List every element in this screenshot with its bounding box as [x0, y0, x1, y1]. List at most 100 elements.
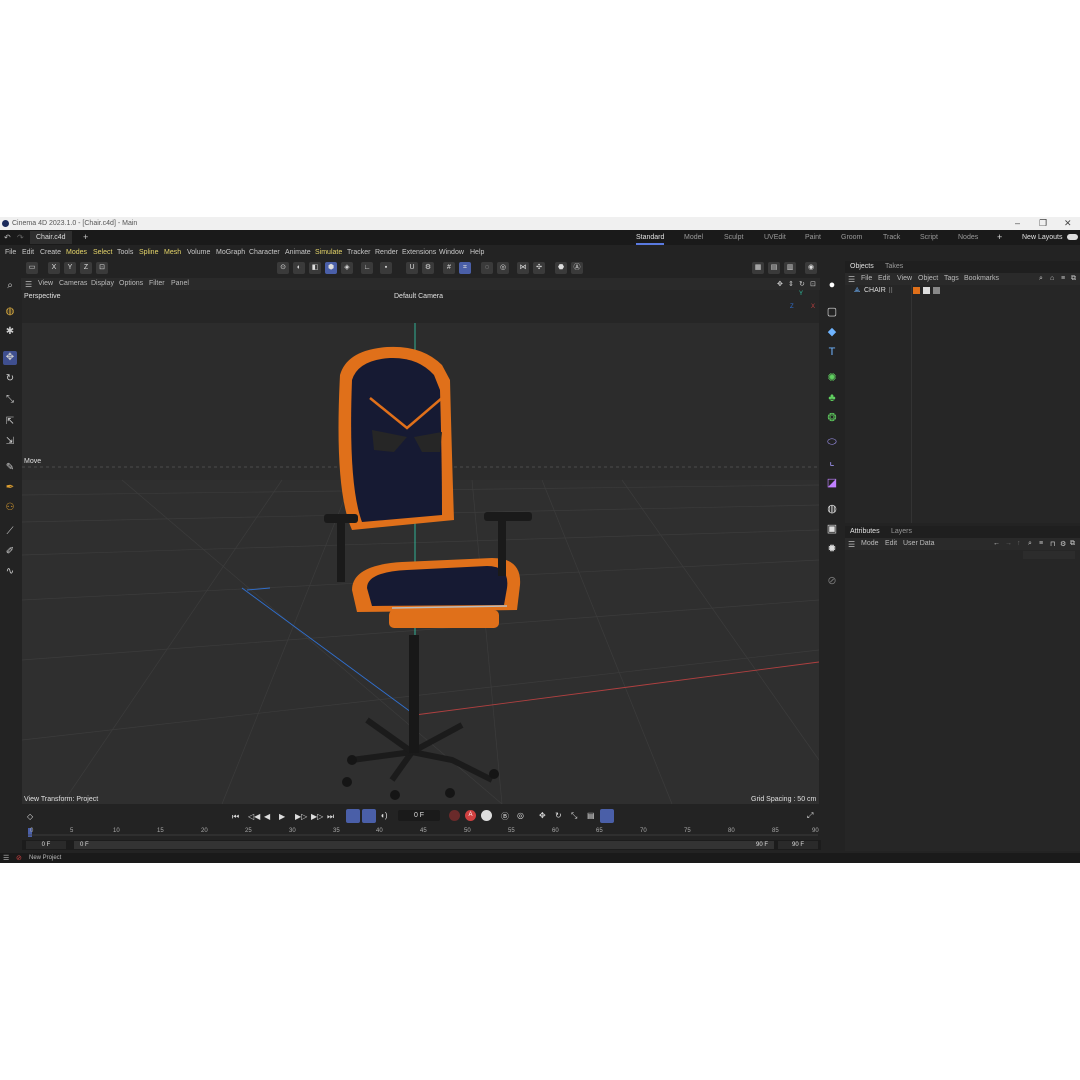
viewport-menu-display[interactable]: Display — [91, 280, 114, 287]
attributes-settings-icon[interactable]: ⚙ — [1060, 540, 1066, 548]
previous-key-icon[interactable]: ◁◀ — [248, 812, 260, 821]
new-document-tab-button[interactable]: + — [83, 232, 88, 242]
start-frame-field[interactable]: 0 F — [26, 841, 66, 849]
minimize-button[interactable]: – — [1015, 218, 1020, 228]
key-mode-icon[interactable]: Ⓑ — [501, 811, 509, 822]
paint-tool-icon[interactable]: ✐ — [3, 545, 17, 559]
render-picture-viewer-icon[interactable]: ▤ — [768, 262, 780, 274]
tab-takes[interactable]: Takes — [885, 263, 903, 270]
objects-menu-tags[interactable]: Tags — [944, 275, 959, 282]
text-object-icon[interactable]: T — [824, 344, 840, 360]
cube-icon[interactable]: ◆ — [824, 324, 840, 340]
menu-create[interactable]: Create — [40, 249, 61, 256]
tab-attributes[interactable]: Attributes — [850, 528, 880, 535]
object-mode-icon[interactable]: ⬢ — [325, 262, 337, 274]
close-button[interactable]: ✕ — [1064, 218, 1072, 229]
object-name-chair[interactable]: CHAIR — [864, 287, 886, 294]
layout-tab-model[interactable]: Model — [684, 234, 703, 241]
menu-animate[interactable]: Animate — [285, 249, 311, 256]
new-layouts-toggle[interactable] — [1067, 234, 1078, 240]
spline-tools-icon[interactable]: ⚇ — [3, 501, 17, 515]
layout-tab-nodes[interactable]: Nodes — [958, 234, 978, 241]
viewport-pan-icon[interactable]: ✥ — [777, 280, 783, 288]
model-mode-icon[interactable]: ▭ — [26, 262, 38, 274]
viewport-menu-cameras[interactable]: Cameras — [59, 280, 87, 287]
snap-move-icon[interactable]: ⇲ — [3, 435, 17, 449]
previous-frame-icon[interactable]: ◀ — [264, 812, 270, 821]
coordinate-system-icon[interactable]: ⊡ — [96, 262, 108, 274]
modeling-axis-icon[interactable]: ✣ — [533, 262, 545, 274]
attributes-menu-user-data[interactable]: User Data — [903, 540, 935, 547]
object-row-chair[interactable]: ⟁ CHAIR ⠿ — [845, 286, 1080, 296]
layout-tab-groom[interactable]: Groom — [841, 234, 862, 241]
objects-menu-object[interactable]: Object — [918, 275, 938, 282]
layout-tab-standard[interactable]: Standard — [636, 234, 665, 245]
sculpt-tool-icon[interactable]: ∿ — [3, 565, 17, 579]
up-arrow-icon[interactable]: ↑ — [1017, 540, 1021, 547]
current-frame-field[interactable]: 0 F — [398, 810, 440, 821]
tag-icon[interactable]: ⊘ — [824, 573, 840, 589]
symmetry-icon[interactable]: ⋈ — [517, 262, 529, 274]
viewport-menu-view[interactable]: View — [38, 280, 53, 287]
plane-object-icon[interactable]: ▢ — [824, 304, 840, 320]
object-visibility-dots-icon[interactable]: ⠿ — [888, 287, 893, 295]
viewport-maximize-icon[interactable]: ⊡ — [810, 280, 816, 288]
scale-tool-icon[interactable]: ⤡ — [3, 393, 17, 407]
viewport-menu-panel[interactable]: Panel — [171, 280, 189, 287]
lock-icon[interactable]: ⊓ — [1050, 540, 1055, 548]
move-tool-icon[interactable]: ✥ — [3, 351, 17, 365]
layout-tab-script[interactable]: Script — [920, 234, 938, 241]
play-icon[interactable]: ▶ — [279, 812, 285, 821]
key-position-icon[interactable]: ✥ — [539, 811, 546, 820]
menu-character[interactable]: Character — [249, 249, 280, 256]
sound-icon[interactable]: ◖) — [380, 811, 388, 820]
z-axis-lock-button[interactable]: Z — [80, 262, 92, 274]
preview-range-slider[interactable]: 0 F 90 F — [74, 841, 774, 849]
forward-arrow-icon[interactable]: → — [1005, 540, 1012, 547]
edges-mode-icon[interactable]: ◐ — [293, 262, 305, 274]
next-frame-icon[interactable]: ▶▷ — [295, 812, 307, 821]
render-filter-icon[interactable]: ⬣ — [555, 262, 567, 274]
knife-tool-icon[interactable]: ✎ — [3, 461, 17, 475]
undo-icon[interactable]: ↶ — [4, 233, 11, 242]
attributes-menu-edit[interactable]: Edit — [885, 540, 897, 547]
objects-home-icon[interactable]: ⌂ — [1050, 275, 1054, 282]
material-tag-checker-icon[interactable] — [923, 287, 930, 294]
cloner-icon[interactable]: ✺ — [824, 370, 840, 386]
x-axis-lock-button[interactable]: X — [48, 262, 60, 274]
layout-tab-uvedit[interactable]: UVEdit — [764, 234, 786, 241]
key-type-icon[interactable]: ◎ — [517, 811, 524, 820]
viewport-menu-options[interactable]: Options — [119, 280, 143, 287]
menu-tools[interactable]: Tools — [117, 249, 133, 256]
tab-layers[interactable]: Layers — [891, 528, 912, 535]
viewport-menu-icon[interactable]: ☰ — [25, 280, 32, 289]
axis-mode-icon[interactable]: ∟ — [361, 262, 373, 274]
generator-icon[interactable]: ❂ — [824, 410, 840, 426]
attributes-menu-mode[interactable]: Mode — [861, 540, 879, 547]
viewport-camera-label[interactable]: Default Camera — [394, 293, 443, 300]
objects-menu-edit[interactable]: Edit — [878, 275, 890, 282]
magnet-snap-icon[interactable]: U — [406, 262, 418, 274]
viewport-solo-hierarchy-icon[interactable]: ◎ — [497, 262, 509, 274]
menu-volume[interactable]: Volume — [187, 249, 210, 256]
objects-menu-file[interactable]: File — [861, 275, 872, 282]
objects-menu-icon[interactable]: ☰ — [848, 275, 855, 284]
objects-menu-view[interactable]: View — [897, 275, 912, 282]
menu-extensions[interactable]: Extensions — [402, 249, 436, 256]
grid-snap-icon[interactable]: # — [443, 262, 455, 274]
menu-help[interactable]: Help — [470, 249, 484, 256]
menu-select[interactable]: Select — [93, 249, 112, 256]
selection-tools-icon[interactable]: ✱ — [3, 325, 17, 339]
search-icon[interactable]: ⌕ — [3, 279, 17, 293]
timeline-ruler[interactable]: 0 5 10 15 20 25 30 35 40 45 50 55 60 65 … — [28, 828, 819, 839]
live-selection-icon[interactable]: ◍ — [3, 305, 17, 319]
key-point-level-button[interactable] — [600, 809, 614, 823]
autokey-icon[interactable]: A — [465, 810, 476, 821]
render-settings-icon[interactable]: ▥ — [784, 262, 796, 274]
deformer-icon[interactable]: ⬭ — [824, 434, 840, 450]
key-parameter-icon[interactable]: ▤ — [587, 811, 595, 820]
menu-render[interactable]: Render — [375, 249, 398, 256]
document-tab[interactable]: Chair.c4d — [30, 231, 72, 244]
menu-edit[interactable]: Edit — [22, 249, 34, 256]
menu-simulate[interactable]: Simulate — [315, 249, 342, 256]
